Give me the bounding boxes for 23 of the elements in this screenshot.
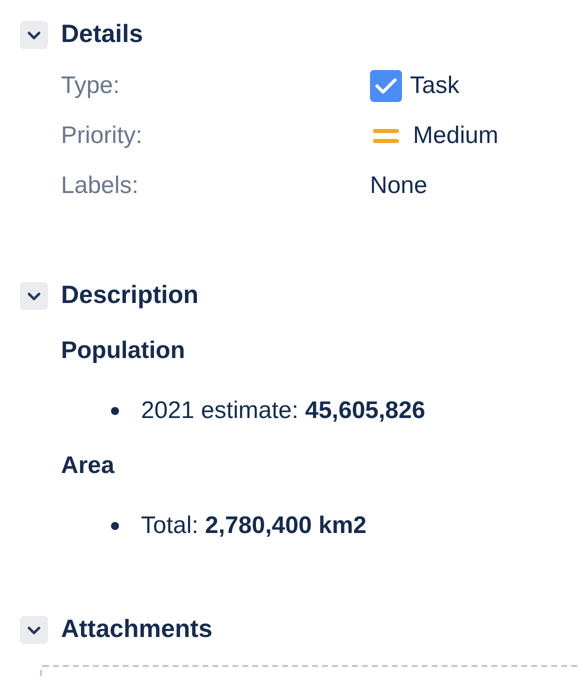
equals-icon bbox=[373, 129, 399, 143]
bullet-icon bbox=[111, 522, 119, 530]
section-heading: Details bbox=[61, 19, 143, 50]
field-value: Task bbox=[410, 71, 460, 101]
section-heading: Attachments bbox=[61, 614, 212, 646]
content-heading: Population bbox=[61, 336, 186, 366]
content-heading: Area bbox=[61, 451, 116, 481]
section-heading: Description bbox=[61, 280, 199, 312]
collapse-toggle[interactable] bbox=[20, 616, 48, 644]
field-value: None bbox=[370, 171, 428, 201]
field-value: Medium bbox=[413, 121, 498, 151]
chevron-down-icon bbox=[27, 30, 41, 40]
bullet-text: Total: 2,780,400 km2 bbox=[141, 511, 367, 541]
field-label: Labels: bbox=[61, 171, 140, 201]
bullet-text: 2021 estimate: 45,605,826 bbox=[141, 396, 426, 426]
chevron-down-icon bbox=[27, 292, 41, 300]
collapse-toggle[interactable] bbox=[20, 21, 48, 49]
field-label: Type: bbox=[61, 71, 121, 101]
task-checkbox-icon bbox=[370, 70, 402, 102]
collapse-toggle[interactable] bbox=[20, 282, 48, 310]
bullet-icon bbox=[111, 407, 119, 415]
field-label: Priority: bbox=[61, 121, 144, 151]
chevron-down-icon bbox=[27, 626, 41, 634]
